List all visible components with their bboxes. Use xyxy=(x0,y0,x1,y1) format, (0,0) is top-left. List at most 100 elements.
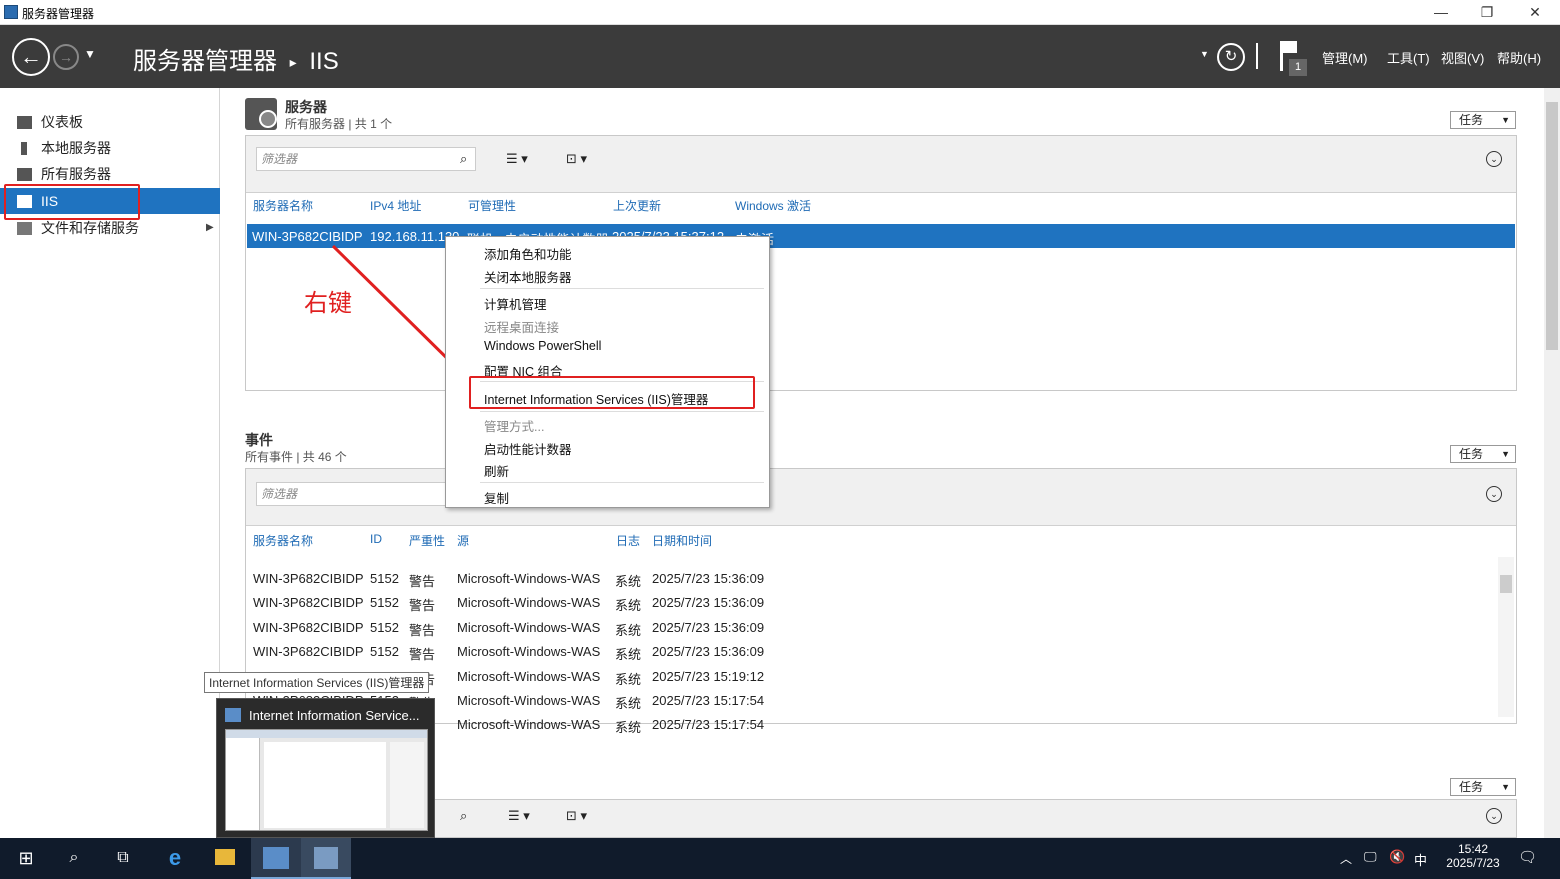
dropdown-icon[interactable]: ▼ xyxy=(1200,49,1209,59)
menu-manage[interactable]: 管理(M) xyxy=(1322,48,1368,67)
servers-filter-bar: 筛选器 ⌕ ☰ ▾ ⊡ ▾ ⌄ xyxy=(246,136,1516,193)
sidebar-item-label: 本地服务器 xyxy=(41,140,111,156)
section3-task-button[interactable]: 任务 ▼ xyxy=(1450,778,1516,796)
iis-app-icon xyxy=(225,708,241,722)
col-server-name[interactable]: 服务器名称 xyxy=(253,197,313,214)
preview-main xyxy=(264,742,386,828)
globe-icon xyxy=(259,110,277,128)
menu-item-computer-management[interactable]: 计算机管理 xyxy=(484,294,547,313)
events-task-button[interactable]: 任务 ▼ xyxy=(1450,445,1516,463)
task-label: 任务 xyxy=(1459,447,1484,461)
search-icon[interactable]: ⌕ xyxy=(460,151,467,167)
events-subtitle: 所有事件 | 共 46 个 xyxy=(245,450,347,464)
list-options-icon[interactable]: ☰ ▾ xyxy=(508,808,530,824)
table-row[interactable]: WIN-3P682CIBIDP 5152 警告 Microsoft-Windows-W… xyxy=(247,618,1495,640)
sidebar-item-file-storage[interactable]: 文件和存储服务 ▶ xyxy=(0,215,220,241)
table-row[interactable]: WIN-3P682CIBIDP 5152 警告 Microsoft-Windows-W… xyxy=(247,593,1495,615)
col-log[interactable]: 日志 xyxy=(616,532,640,549)
col-source[interactable]: 源 xyxy=(457,532,469,549)
table-row[interactable]: WIN-3P682CIBIDP 5152 警告 Microsoft-Windows-W… xyxy=(247,642,1495,664)
source-cell: Microsoft-Windows-WAS xyxy=(457,668,601,684)
col-windows-activation[interactable]: Windows 激活 xyxy=(735,197,811,214)
preview-toolbar xyxy=(226,730,427,738)
expand-arrow-icon[interactable]: ▶ xyxy=(206,215,214,241)
events-scrollbar[interactable] xyxy=(1498,557,1514,717)
minimize-button[interactable]: — xyxy=(1418,0,1464,25)
col-ipv4[interactable]: IPv4 地址 xyxy=(370,197,421,214)
log-cell: 系统 xyxy=(615,647,642,663)
severity-cell: 警告 xyxy=(409,598,436,614)
save-query-icon[interactable]: ⊡ ▾ xyxy=(566,151,587,167)
list-options-icon[interactable]: ☰ ▾ xyxy=(506,151,528,167)
back-button[interactable]: ← xyxy=(12,38,50,76)
scroll-thumb[interactable] xyxy=(1500,575,1512,593)
taskbar-thumbnail[interactable]: Internet Information Service... xyxy=(216,698,435,838)
menu-item-refresh[interactable]: 刷新 xyxy=(484,461,509,480)
collapse-icon[interactable]: ⌄ xyxy=(1486,808,1502,824)
refresh-icon[interactable]: ↻ xyxy=(1217,43,1245,71)
servers-task-button[interactable]: 任务 ▼ xyxy=(1450,111,1516,129)
col-last-update[interactable]: 上次更新 xyxy=(613,197,661,214)
table-row[interactable]: WIN-3P682CIBIDP 5152 警告 Microsoft-Windows-W… xyxy=(247,569,1495,591)
sidebar-item-dashboard[interactable]: 仪表板 xyxy=(0,109,220,135)
sidebar-item-local-server[interactable]: 本地服务器 xyxy=(0,135,220,161)
file-explorer-icon[interactable] xyxy=(209,844,241,872)
start-button-icon[interactable]: ⊞ xyxy=(10,844,42,872)
menu-view[interactable]: 视图(V) xyxy=(1441,48,1484,67)
taskbar-iis-manager[interactable] xyxy=(301,838,351,879)
network-icon[interactable]: 🖵 xyxy=(1364,849,1377,865)
close-button[interactable]: ✕ xyxy=(1512,0,1558,25)
section3-panel: ⌕ ☰ ▾ ⊡ ▾ ⌄ xyxy=(245,799,1517,838)
action-center-icon[interactable]: 🗨 xyxy=(1518,848,1537,866)
sidebar-item-label: 文件和存储服务 xyxy=(41,220,139,236)
col-severity[interactable]: 严重性 xyxy=(409,532,445,549)
server-name-cell: WIN-3P682CIBIDP xyxy=(253,595,364,611)
history-dropdown-icon[interactable]: ▼ xyxy=(84,47,96,61)
ime-indicator[interactable]: 中 xyxy=(1414,850,1427,869)
internet-explorer-icon[interactable]: e xyxy=(159,844,191,872)
menu-item-copy[interactable]: 复制 xyxy=(484,488,509,507)
log-cell: 系统 xyxy=(615,598,642,614)
menu-item-start-perf-counters[interactable]: 启动性能计数器 xyxy=(484,439,572,458)
datetime-cell: 2025/7/23 15:36:09 xyxy=(652,595,765,611)
header-divider xyxy=(1256,43,1258,69)
col-datetime[interactable]: 日期和时间 xyxy=(652,532,712,549)
table-row[interactable]: WIN-3P682CIBIDP5011警告Microsoft-Windows-W… xyxy=(247,667,1495,689)
servers-filter-input[interactable]: 筛选器 xyxy=(256,147,476,171)
servers-title: 服务器 xyxy=(285,99,327,115)
menu-item-add-roles[interactable]: 添加角色和功能 xyxy=(484,244,572,263)
menu-item-shutdown[interactable]: 关闭本地服务器 xyxy=(484,267,572,286)
taskbar-server-manager[interactable] xyxy=(251,838,301,879)
storage-icon xyxy=(17,222,32,235)
save-query-icon[interactable]: ⊡ ▾ xyxy=(566,808,587,824)
preview-tree xyxy=(226,738,260,830)
scroll-thumb[interactable] xyxy=(1546,102,1558,350)
datetime-cell: 2025/7/23 15:36:09 xyxy=(652,644,765,660)
main-scrollbar[interactable] xyxy=(1544,88,1560,838)
volume-muted-icon[interactable]: 🔇 xyxy=(1389,849,1405,865)
col-manageability[interactable]: 可管理性 xyxy=(468,197,516,214)
col-server-name[interactable]: 服务器名称 xyxy=(253,532,313,549)
menu-tools[interactable]: 工具(T) xyxy=(1387,48,1430,67)
notifications-flag-icon[interactable]: 1 xyxy=(1278,39,1308,77)
clock[interactable]: 15:42 2025/7/23 xyxy=(1440,842,1506,870)
menu-item-powershell[interactable]: Windows PowerShell xyxy=(484,339,601,353)
datetime-cell: 2025/7/23 15:19:12 xyxy=(652,668,765,684)
servers-icon xyxy=(17,168,32,181)
breadcrumb-app: 服务器管理器 xyxy=(133,48,277,75)
collapse-icon[interactable]: ⌄ xyxy=(1486,151,1502,167)
task-view-icon[interactable]: ⧉ xyxy=(107,844,139,872)
menu-help[interactable]: 帮助(H) xyxy=(1497,48,1541,67)
col-id[interactable]: ID xyxy=(370,532,382,546)
forward-button[interactable]: → xyxy=(53,44,79,70)
events-filter-input[interactable]: 筛选器 xyxy=(256,482,476,506)
window-title: 服务器管理器 xyxy=(22,7,95,21)
show-hidden-icons-icon[interactable]: ︿ xyxy=(1340,850,1352,867)
log-cell: 系统 xyxy=(615,574,642,589)
menu-item-manage-as[interactable]: 管理方式... xyxy=(484,416,544,435)
collapse-icon[interactable]: ⌄ xyxy=(1486,486,1502,502)
search-icon[interactable]: ⌕ xyxy=(58,844,90,872)
search-icon[interactable]: ⌕ xyxy=(460,808,467,824)
menu-item-remote-desktop[interactable]: 远程桌面连接 xyxy=(484,317,559,336)
restore-button[interactable]: ❐ xyxy=(1464,0,1510,25)
